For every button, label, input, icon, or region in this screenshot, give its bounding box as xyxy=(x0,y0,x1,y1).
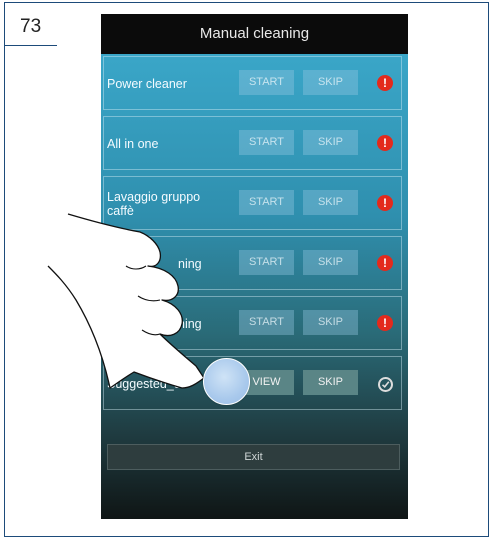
exit-button[interactable]: Exit xyxy=(107,444,400,470)
skip-button[interactable]: SKIP xyxy=(303,130,358,155)
check-icon xyxy=(378,377,393,392)
skip-button[interactable]: SKIP xyxy=(303,250,358,275)
cleaning-row-5: ning START SKIP ! xyxy=(103,296,402,350)
screen-title: Manual cleaning xyxy=(101,14,408,54)
skip-button[interactable]: SKIP xyxy=(303,190,358,215)
device-screen: Manual cleaning Power cleaner START SKIP… xyxy=(101,14,408,519)
cleaning-row-all-in-one: All in one START SKIP ! xyxy=(103,116,402,170)
alert-icon: ! xyxy=(377,255,393,271)
start-button[interactable]: START xyxy=(239,70,294,95)
start-button[interactable]: START xyxy=(239,190,294,215)
start-button[interactable]: START xyxy=(239,250,294,275)
cleaning-row-4: ning START SKIP ! xyxy=(103,236,402,290)
row-label: Lavaggio gruppo caffè xyxy=(107,190,201,218)
cleaning-row-power-cleaner: Power cleaner START SKIP ! xyxy=(103,56,402,110)
alert-icon: ! xyxy=(377,315,393,331)
alert-icon: ! xyxy=(377,75,393,91)
cleaning-row-suggested: Suggested_cl VIEW SKIP xyxy=(103,356,402,410)
skip-button[interactable]: SKIP xyxy=(303,310,358,335)
row-label: Power cleaner xyxy=(107,77,187,91)
start-button[interactable]: START xyxy=(239,130,294,155)
start-button[interactable]: START xyxy=(239,310,294,335)
cleaning-row-lavaggio-gruppo-caffe: Lavaggio gruppo caffè START SKIP ! xyxy=(103,176,402,230)
alert-icon: ! xyxy=(377,195,393,211)
page-number: 73 xyxy=(20,16,42,37)
page-number-rule xyxy=(5,45,57,46)
skip-button[interactable]: SKIP xyxy=(303,370,358,395)
cleaning-list: Power cleaner START SKIP ! All in one ST… xyxy=(101,54,408,519)
row-label: All in one xyxy=(107,137,159,151)
skip-button[interactable]: SKIP xyxy=(303,70,358,95)
alert-icon: ! xyxy=(377,135,393,151)
touch-indicator xyxy=(203,358,250,405)
